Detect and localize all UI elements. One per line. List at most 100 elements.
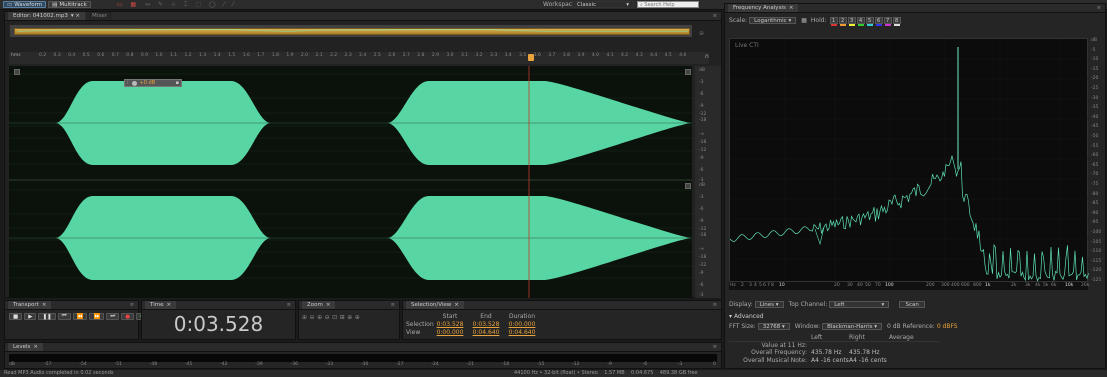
scan-button[interactable]: Scan: [899, 301, 926, 308]
go-to-end-button[interactable]: ⏭: [106, 313, 120, 320]
hold-button-1[interactable]: 1: [829, 17, 838, 26]
panel-menu-icon[interactable]: ≡: [713, 344, 717, 350]
channel-toggle-right-bottom[interactable]: [685, 183, 691, 189]
hold-button-3[interactable]: 3: [847, 17, 856, 26]
zoom-in-amplitude-icon[interactable]: ⊕: [302, 314, 310, 321]
window-dropdown[interactable]: Blackman-Harris ▾: [822, 323, 883, 330]
view-start[interactable]: 0:00.000: [432, 329, 468, 336]
view-end[interactable]: 0:04.640: [468, 329, 504, 336]
record-button[interactable]: ●: [121, 313, 135, 320]
tab-time[interactable]: Time ×: [145, 301, 177, 309]
tab-editor[interactable]: Editor: 041002.mp3 ▾ ×: [8, 12, 85, 20]
timeline-ruler[interactable]: hms 0.2 0.3 0.4 0.5 0.6 0.7 0.8 0.9 1.0 1.1 1.2 1.3…: [9, 52, 709, 64]
panel-menu-icon[interactable]: ≡: [1097, 5, 1101, 11]
db-tick: -18: [699, 118, 707, 123]
view-duration[interactable]: 0:04.640: [504, 329, 540, 336]
hold-button-2[interactable]: 2: [838, 17, 847, 26]
panel-menu-icon[interactable]: ≡: [713, 302, 717, 308]
rewind-button[interactable]: ⏪: [72, 313, 88, 320]
tab-selection-view[interactable]: Selection/View ×: [406, 301, 464, 309]
waveform-button[interactable]: ▭ Waveform: [3, 1, 47, 8]
spectrum-hz-scale: Hz 2 3 4 5 6 7 8 10 20 30 40 50 70 100 200 300 400 600 800 1…: [729, 282, 1089, 290]
frequency-analysis-panel: Frequency Analysis × ≡ Scale: Logarithmic …: [724, 3, 1106, 369]
search-help-field[interactable]: ⌕ Search Help: [637, 1, 699, 8]
top-channel-dropdown[interactable]: Left ▾: [829, 301, 890, 308]
scale-dropdown[interactable]: Logarithmic ▾: [749, 17, 797, 24]
overview-bar[interactable]: [9, 24, 693, 38]
stop-button[interactable]: ■: [9, 313, 23, 320]
hold-button-8[interactable]: 8: [892, 17, 901, 26]
db-tick: -18: [699, 233, 707, 238]
db-scale: dB -3 -6 -9 -12 -18 -∞ -18 -12 -9 -6 -3 dB -3 -6 -9 -12…: [695, 66, 721, 298]
fft-size-dropdown[interactable]: 32768 ▾: [757, 323, 790, 330]
zoom-in-point-icon[interactable]: ⊕: [347, 314, 355, 321]
zoom-out-point-icon[interactable]: ⊕: [355, 314, 363, 321]
spectrum-hz-tick: 50: [865, 283, 871, 288]
pin-icon[interactable]: ▪: [176, 80, 179, 86]
timeline-tick: 2.4: [359, 53, 367, 58]
db-tick: -6: [699, 207, 704, 212]
db-tick: -∞: [699, 247, 705, 252]
selection-start[interactable]: 0:03.528: [432, 321, 468, 328]
spectrum-db-tick: -15: [1091, 66, 1099, 72]
channel-toggle-right-top[interactable]: [685, 69, 691, 75]
hold-button-4[interactable]: 4: [856, 17, 865, 26]
workspace-dropdown[interactable]: Classic ▾: [572, 1, 634, 8]
zoom-out-amplitude-icon[interactable]: ⊖: [310, 314, 318, 321]
db-tick: -6: [699, 92, 704, 97]
panel-menu-icon[interactable]: ≡: [391, 302, 395, 308]
waveform-area[interactable]: ⁞ +0 dB ▪: [9, 66, 692, 298]
selection-duration[interactable]: 0:00.000: [504, 321, 540, 328]
timeline-tick: 3.5: [519, 53, 527, 58]
panel-menu-icon[interactable]: ≡: [287, 302, 291, 308]
play-button[interactable]: ▶: [24, 313, 37, 320]
zoom-in-time-icon[interactable]: ⊕: [317, 314, 325, 321]
panel-menu-icon[interactable]: ≡: [130, 302, 134, 308]
zoom-magnify-icon[interactable]: ⊕: [699, 30, 704, 37]
fast-forward-button[interactable]: ⏩: [89, 313, 105, 320]
spectrum-plot[interactable]: Live CTI: [729, 38, 1089, 283]
spectrum-db-tick: -35: [1091, 105, 1099, 111]
playhead-marker[interactable]: [528, 54, 534, 61]
tab-zoom[interactable]: Zoom ×: [302, 301, 336, 309]
zoom-out-time-icon[interactable]: ⊖: [325, 314, 333, 321]
timeline-tick: 3.7: [548, 53, 556, 58]
spectrum-line: [730, 155, 1089, 282]
editor-tabs: Editor: 041002.mp3 ▾ × Mixer ≡: [5, 12, 721, 21]
level-tick: -45: [185, 362, 193, 367]
pause-button[interactable]: ❚❚: [38, 313, 56, 320]
triangle-down-icon: ▾: [729, 313, 733, 320]
hold-grid-icon[interactable]: ▦: [801, 17, 807, 24]
timeline-tick: 2.2: [330, 53, 338, 58]
snap-icon[interactable]: ∩: [705, 53, 709, 60]
waveform-display[interactable]: [9, 66, 692, 298]
hold-button-7[interactable]: 7: [883, 17, 892, 26]
spectrum-db-tick: -110: [1091, 249, 1102, 255]
sv-header-start: Start: [442, 313, 458, 320]
selection-end[interactable]: 0:03.528: [468, 321, 504, 328]
tab-transport[interactable]: Transport ×: [8, 301, 52, 309]
spectrum-db-tick: -45: [1091, 124, 1099, 130]
hold-button-5[interactable]: 5: [865, 17, 874, 26]
spectrum-db-tick: -55: [1091, 143, 1099, 149]
stats-row-note: Overall Musical Note: A4 -16 cents A4 -1…: [743, 356, 887, 364]
advanced-toggle[interactable]: ▾ Advanced: [729, 313, 764, 320]
spectrum-db-tick: -25: [1091, 86, 1099, 91]
multitrack-button[interactable]: ▤ Multitrack: [48, 1, 91, 8]
timeline-tick: 2.8: [417, 53, 425, 58]
tab-levels[interactable]: Levels ×: [8, 343, 43, 351]
tab-frequency-analysis[interactable]: Frequency Analysis ×: [728, 4, 799, 12]
volume-knob-icon[interactable]: [131, 80, 137, 86]
channel-toggle-left[interactable]: [14, 69, 20, 75]
timeline-tick: 3.1: [460, 53, 469, 58]
zoom-full-icon[interactable]: ⊡: [332, 314, 340, 321]
level-tick: -42: [220, 362, 228, 367]
tab-mixer[interactable]: Mixer: [87, 12, 113, 20]
go-to-start-button[interactable]: ⏮: [57, 313, 71, 320]
db-reference-value[interactable]: 0 dBFS: [937, 323, 958, 330]
panel-menu-icon[interactable]: ≡: [713, 13, 717, 19]
hold-button-6[interactable]: 6: [874, 17, 883, 26]
display-dropdown[interactable]: Lines ▾: [754, 301, 784, 308]
spectrum-db-tick: -75: [1091, 182, 1099, 187]
hud-volume[interactable]: ⁞ +0 dB ▪: [124, 79, 182, 87]
